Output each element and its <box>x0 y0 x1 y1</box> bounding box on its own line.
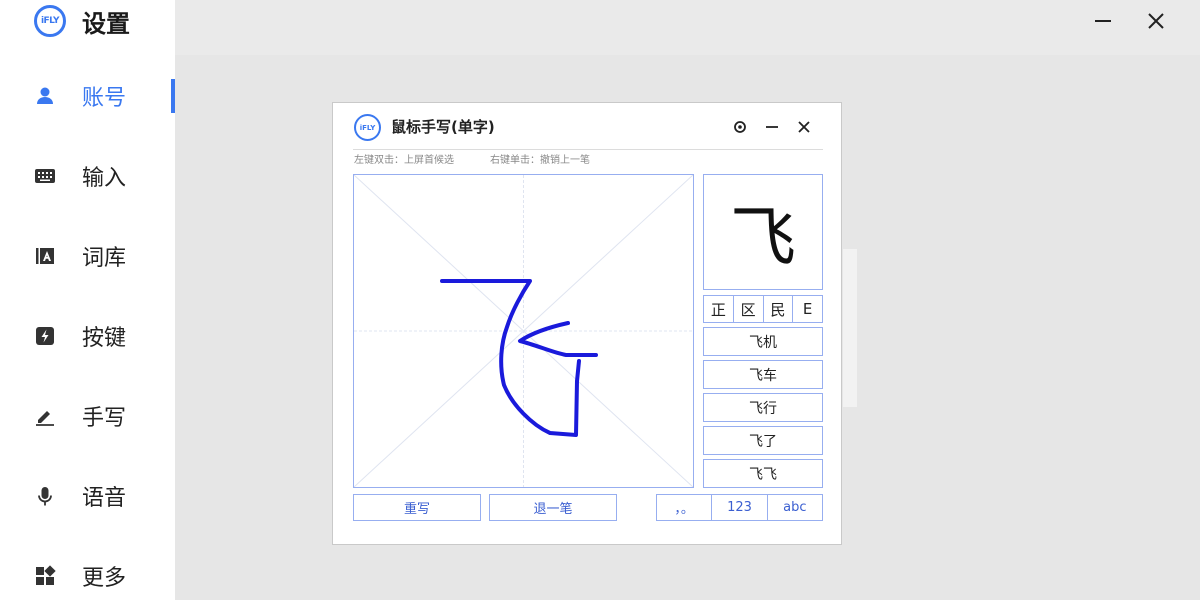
word-candidate[interactable]: 飞行 <box>703 393 823 422</box>
dialog-close-button[interactable] <box>794 117 814 137</box>
recognized-char-preview: 飞 <box>703 174 823 290</box>
sidebar-item-handwriting[interactable]: 手写 <box>0 396 175 436</box>
sidebar-item-label: 按键 <box>82 326 127 351</box>
dialog-minimize-button[interactable] <box>762 117 782 137</box>
app-title: 设置 <box>82 9 130 38</box>
sidebar-item-label: 词库 <box>82 246 127 271</box>
char-candidates: 正 区 民 E <box>703 295 823 323</box>
keyboard-icon <box>34 165 56 187</box>
sidebar-item-label: 更多 <box>82 566 127 591</box>
target-icon <box>734 121 746 133</box>
mode-letters[interactable]: abc <box>766 494 823 521</box>
sidebar-item-label: 输入 <box>82 166 127 191</box>
mode-numbers[interactable]: 123 <box>711 494 768 521</box>
rewrite-button[interactable]: 重写 <box>353 494 481 521</box>
mode-punctuation[interactable]: ，。 <box>656 494 713 521</box>
scrollbar[interactable] <box>843 249 857 407</box>
close-icon <box>798 121 810 133</box>
char-candidate[interactable]: 区 <box>732 295 764 323</box>
sidebar-item-keys[interactable]: 按键 <box>0 316 175 356</box>
sidebar-item-label: 账号 <box>82 86 127 111</box>
undo-stroke-button[interactable]: 退一笔 <box>489 494 617 521</box>
ink-stroke <box>440 279 581 437</box>
input-mode-group: ，。 123 abc <box>656 494 823 521</box>
grid-icon <box>34 565 56 587</box>
handwriting-dialog: iFLY 鼠标手写(单字) 左键双击：上屏首候选 右键单击：撤销上一笔 飞 正 … <box>332 102 842 545</box>
lightning-icon <box>34 325 56 347</box>
word-candidate[interactable]: 飞飞 <box>703 459 823 488</box>
sidebar-item-dictionary[interactable]: 词库 <box>0 236 175 276</box>
app-brand: iFLY 设置 <box>34 4 130 38</box>
minimize-button[interactable] <box>1088 6 1118 36</box>
minimize-icon <box>766 126 778 128</box>
writing-pad[interactable] <box>353 174 694 488</box>
pen-icon <box>34 405 56 427</box>
user-icon <box>34 85 56 107</box>
hint-left: 左键双击：上屏首候选 <box>354 155 454 166</box>
sidebar-item-more[interactable]: 更多 <box>0 556 175 596</box>
ifly-logo: iFLY <box>354 114 381 141</box>
char-candidate[interactable]: E <box>792 295 823 323</box>
hint-right: 右键单击：撤销上一笔 <box>490 155 590 166</box>
close-icon <box>1148 13 1164 29</box>
char-candidate[interactable]: 民 <box>762 295 794 323</box>
word-candidate[interactable]: 飞机 <box>703 327 823 356</box>
ink-stroke <box>518 321 598 357</box>
word-candidate[interactable]: 飞车 <box>703 360 823 389</box>
word-candidate[interactable]: 飞了 <box>703 426 823 455</box>
sidebar-item-label: 语音 <box>82 486 127 511</box>
title-bar <box>175 0 1200 55</box>
sidebar: iFLY 设置 账号 输入 词库 按键 手写 语音 更多 <box>0 0 175 600</box>
ifly-logo: iFLY <box>34 5 66 37</box>
target-button[interactable] <box>730 117 750 137</box>
dictionary-icon <box>34 245 56 267</box>
writing-pad-grid <box>354 175 693 487</box>
close-button[interactable] <box>1141 6 1171 36</box>
dialog-title: 鼠标手写(单字) <box>391 118 495 136</box>
char-candidate[interactable]: 正 <box>703 295 734 323</box>
sidebar-item-input[interactable]: 输入 <box>0 156 175 196</box>
minimize-icon <box>1095 20 1111 22</box>
sidebar-item-label: 手写 <box>82 406 127 431</box>
sidebar-item-account[interactable]: 账号 <box>0 76 175 116</box>
divider <box>353 149 823 150</box>
sidebar-item-voice[interactable]: 语音 <box>0 476 175 516</box>
microphone-icon <box>34 485 56 507</box>
